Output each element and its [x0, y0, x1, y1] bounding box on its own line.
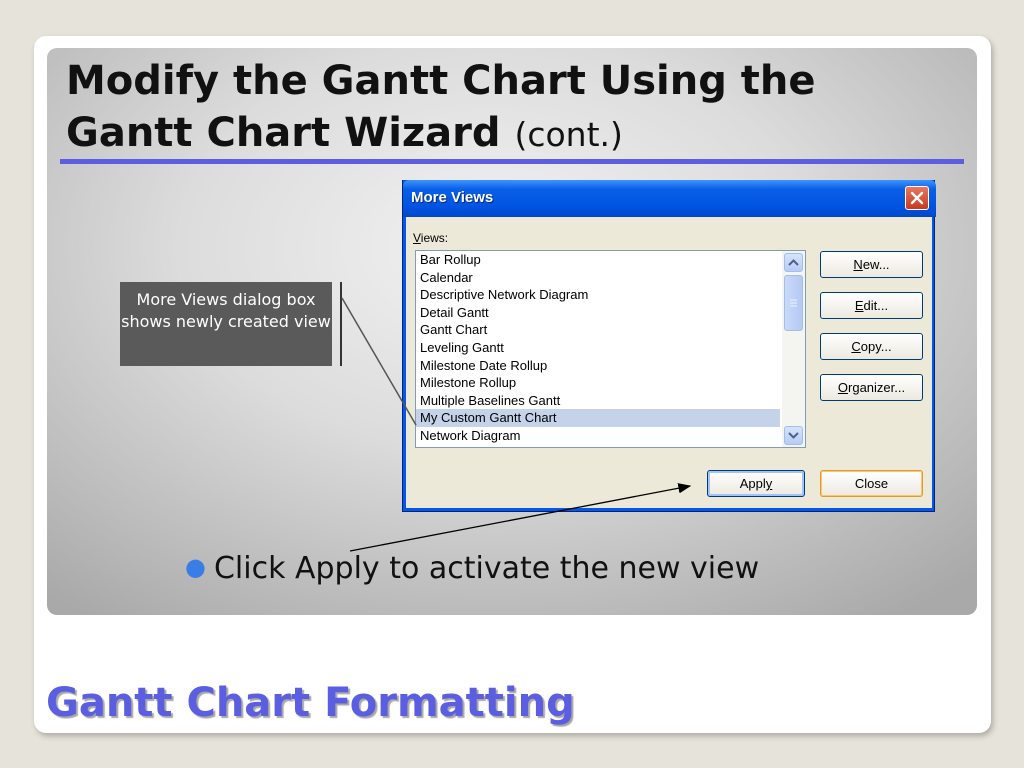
bullet-point: ● Click Apply to activate the new view: [185, 551, 759, 586]
new-button[interactable]: New...: [820, 251, 923, 278]
callout-box: More Views dialog box shows newly create…: [120, 282, 332, 366]
dialog-body: Views: Bar Rollup Calendar Descriptive Net…: [407, 217, 932, 508]
copy-button[interactable]: Copy...: [820, 333, 923, 360]
list-item[interactable]: Gantt Chart: [416, 321, 780, 339]
edit-button-mnemonic: E: [854, 298, 864, 313]
footer-title: Gantt Chart Formatting: [46, 680, 575, 726]
dialog-title: More Views: [411, 189, 494, 206]
dialog-titlebar[interactable]: More Views: [403, 180, 936, 217]
chevron-up-icon: [788, 259, 799, 266]
chevron-down-icon: [788, 432, 799, 439]
new-button-label: ew...: [862, 257, 890, 272]
scroll-thumb[interactable]: [784, 275, 803, 331]
close-icon[interactable]: [905, 186, 929, 210]
new-button-mnemonic: N: [853, 257, 863, 272]
views-label-mnemonic: V: [413, 231, 421, 245]
more-views-dialog: More Views Views: Bar Rollup Calendar Desc…: [402, 180, 936, 512]
list-item[interactable]: Network Diagram: [416, 427, 780, 445]
bullet-text: Click Apply to activate the new view: [213, 551, 760, 586]
bullet-dot-icon: ●: [185, 553, 206, 581]
callout-bracket: [340, 282, 342, 366]
list-item[interactable]: My Custom Gantt Chart: [416, 409, 780, 427]
views-label: Views:: [413, 231, 448, 245]
close-button-label: Close: [854, 476, 889, 491]
views-label-text: iews:: [420, 231, 449, 245]
list-item[interactable]: Leveling Gantt: [416, 339, 780, 357]
scroll-up-button[interactable]: [784, 253, 803, 272]
slide-title-main: Modify the Gantt Chart Using the Gantt C…: [66, 58, 816, 156]
listbox-scrollbar[interactable]: [782, 251, 805, 447]
copy-button-mnemonic: C: [851, 339, 861, 354]
list-item[interactable]: Milestone Rollup: [416, 374, 780, 392]
apply-button[interactable]: Apply: [707, 470, 805, 497]
edit-button-label: dit...: [863, 298, 889, 313]
list-item[interactable]: Descriptive Network Diagram: [416, 286, 780, 304]
title-divider: [60, 159, 964, 164]
list-item[interactable]: Multiple Baselines Gantt: [416, 392, 780, 410]
slide-title-suffix: (cont.): [514, 115, 623, 154]
list-item[interactable]: Milestone Date Rollup: [416, 357, 780, 375]
organizer-button[interactable]: Organizer...: [820, 374, 923, 401]
list-item[interactable]: Calendar: [416, 269, 780, 287]
list-item[interactable]: Detail Gantt: [416, 304, 780, 322]
apply-button-label: Appl: [739, 476, 766, 491]
organizer-button-mnemonic: O: [837, 380, 849, 395]
grip-icon: [790, 299, 797, 307]
views-listbox[interactable]: Bar Rollup Calendar Descriptive Network Di…: [415, 250, 806, 448]
close-button[interactable]: Close: [820, 470, 923, 497]
list-item[interactable]: Bar Rollup: [416, 251, 780, 269]
organizer-button-label: rganizer...: [848, 380, 906, 395]
edit-button[interactable]: Edit...: [820, 292, 923, 319]
slide-title: Modify the Gantt Chart Using the Gantt C…: [66, 55, 946, 161]
copy-button-label: opy...: [860, 339, 892, 354]
apply-button-mnemonic: y: [765, 476, 773, 491]
scroll-down-button[interactable]: [784, 426, 803, 445]
